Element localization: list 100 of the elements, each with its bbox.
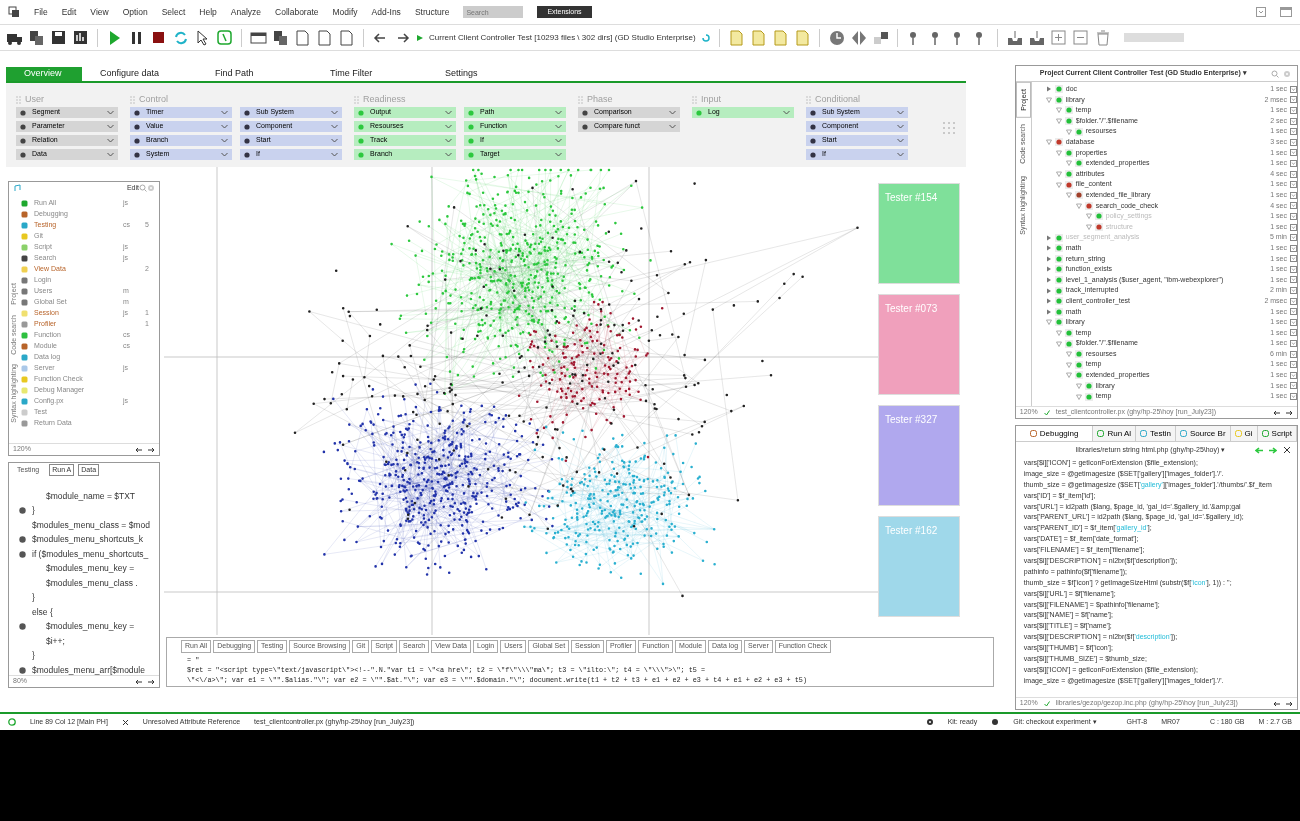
caret-icon[interactable] [1085, 213, 1092, 220]
caret-icon[interactable] [1065, 128, 1072, 135]
search-field[interactable] [1123, 33, 1184, 42]
caret-icon[interactable] [1065, 192, 1072, 199]
chevron-box-icon[interactable] [1290, 181, 1297, 189]
caret-icon[interactable] [1065, 372, 1072, 379]
caret-icon[interactable] [1045, 287, 1052, 294]
inbox-icon[interactable] [1027, 29, 1045, 46]
chevron-box-icon[interactable] [1290, 149, 1297, 157]
caret-icon[interactable] [1045, 266, 1052, 273]
dropdown-box-icon[interactable] [1256, 7, 1266, 17]
menu-item[interactable]: Collaborate [275, 5, 319, 19]
refresh-icon[interactable] [172, 29, 189, 46]
tab[interactable]: Configure data [82, 67, 197, 81]
chevron-box-icon[interactable] [1290, 350, 1297, 358]
forward-arrow-icon[interactable] [148, 446, 155, 453]
chevron-box-icon[interactable] [1290, 371, 1297, 379]
forward-arrow-icon[interactable] [148, 678, 155, 685]
chevron-box-icon[interactable] [1290, 382, 1297, 390]
menu-item[interactable]: Help [199, 5, 217, 19]
file-icon[interactable] [316, 29, 333, 46]
chevron-box-icon[interactable] [1290, 223, 1297, 231]
menu-item[interactable]: File [34, 5, 48, 19]
stop-icon[interactable] [150, 29, 167, 46]
tab[interactable]: Testin [1136, 426, 1176, 441]
caret-icon[interactable] [1065, 351, 1072, 358]
chevron-box-icon[interactable] [1290, 159, 1297, 167]
caret-icon[interactable] [1045, 139, 1052, 146]
tab[interactable]: Find Path [197, 67, 312, 81]
menu-item[interactable]: Select [161, 5, 186, 19]
document-icon[interactable] [727, 29, 745, 46]
caret-icon[interactable] [1045, 245, 1052, 252]
chevron-box-icon[interactable] [1290, 329, 1297, 337]
chevron-box-icon[interactable] [1290, 96, 1297, 104]
caret-icon[interactable] [1045, 234, 1052, 241]
back-arrow-icon[interactable] [1273, 700, 1280, 707]
document-icon[interactable] [749, 29, 767, 46]
search-icon[interactable] [139, 184, 147, 192]
clock-icon[interactable] [827, 29, 845, 46]
tab[interactable]: Script [1257, 426, 1297, 441]
back-arrow-icon[interactable] [1273, 409, 1280, 416]
caret-icon[interactable] [1075, 393, 1082, 400]
chevron-box-icon[interactable] [1290, 276, 1297, 284]
chevron-box-icon[interactable] [1290, 255, 1297, 263]
caret-icon[interactable] [1055, 340, 1062, 347]
menu-item[interactable]: Structure [414, 5, 450, 19]
chevron-box-icon[interactable] [1290, 138, 1297, 146]
chevron-box-icon[interactable] [1290, 234, 1297, 242]
chevron-box-icon[interactable] [1290, 297, 1297, 305]
file-icon[interactable] [294, 29, 311, 46]
chevron-box-icon[interactable] [1290, 287, 1297, 295]
chevron-box-icon[interactable] [1290, 393, 1297, 400]
tab[interactable]: Run Al [1093, 426, 1137, 441]
menu-item[interactable]: Edit [61, 5, 77, 19]
menu-item[interactable]: View [90, 5, 109, 19]
chevron-box-icon[interactable] [1290, 340, 1297, 348]
menu-item[interactable]: Modify [332, 5, 358, 19]
chevron-box-icon[interactable] [1290, 85, 1297, 93]
forward-arrow-icon[interactable] [1286, 700, 1293, 707]
caret-icon[interactable] [1045, 96, 1052, 103]
bar-chart-icon[interactable] [72, 29, 89, 46]
chevron-box-icon[interactable] [1290, 265, 1297, 273]
tab[interactable]: Gi [1230, 426, 1258, 441]
chevron-box-icon[interactable] [1290, 244, 1297, 252]
caret-icon[interactable] [1045, 319, 1052, 326]
caret-icon[interactable] [1085, 224, 1092, 230]
caret-icon[interactable] [1055, 118, 1062, 125]
squares-icon[interactable] [871, 29, 889, 46]
chevron-box-icon[interactable] [1290, 117, 1297, 125]
chevron-box-icon[interactable] [1290, 170, 1297, 178]
save-icon[interactable] [50, 29, 67, 46]
caret-icon[interactable] [1055, 329, 1062, 336]
remove-icon[interactable] [1071, 29, 1089, 46]
back-arrow-icon[interactable] [135, 678, 142, 685]
code-icon[interactable] [216, 29, 233, 46]
tab[interactable]: Time Filter [312, 67, 427, 81]
document-icon[interactable] [771, 29, 789, 46]
menu-item[interactable]: Analyze [230, 5, 262, 19]
chevron-box-icon[interactable] [1290, 107, 1297, 114]
documents-icon[interactable] [28, 29, 45, 46]
inbox-icon[interactable] [1005, 29, 1023, 46]
diamond-icon[interactable] [849, 29, 867, 46]
close-icon[interactable] [1283, 446, 1291, 454]
chevron-box-icon[interactable] [1290, 308, 1297, 316]
menu-item[interactable]: Option [122, 5, 148, 19]
chevron-box-icon[interactable] [1290, 318, 1297, 326]
caret-icon[interactable] [1045, 308, 1052, 315]
chevron-box-icon[interactable] [1290, 212, 1297, 220]
file-icon[interactable] [338, 29, 355, 46]
search-icon[interactable] [1271, 69, 1279, 78]
forward-arrow-icon[interactable] [1286, 409, 1293, 416]
tab[interactable]: Settings [427, 67, 542, 81]
caret-icon[interactable] [1075, 202, 1082, 209]
project-selector[interactable]: Current Client Controller Test [10293 files \ 302 dirs] (GD Studio Enterprise) [429, 31, 696, 44]
caret-icon[interactable] [1065, 160, 1072, 167]
refresh-icon[interactable] [700, 32, 711, 43]
back-arrow-icon[interactable] [135, 446, 142, 453]
tab[interactable]: Source Br [1175, 426, 1231, 441]
caret-icon[interactable] [1055, 149, 1062, 156]
caret-icon[interactable] [1065, 361, 1072, 368]
